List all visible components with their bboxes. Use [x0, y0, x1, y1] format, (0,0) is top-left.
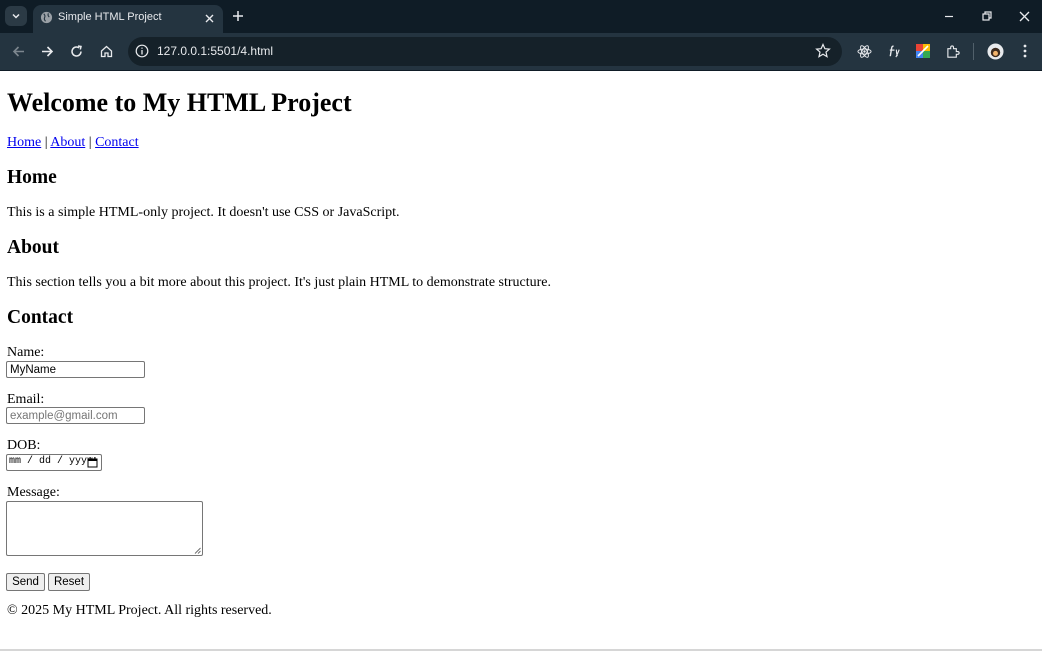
browser-menu-button[interactable] [1015, 41, 1035, 61]
site-info-icon[interactable] [135, 44, 149, 58]
color-picker-icon [916, 44, 930, 58]
section-text-about: This section tells you a bit more about … [7, 275, 552, 290]
globe-icon [40, 11, 53, 24]
avatar [986, 42, 1004, 60]
email-input[interactable] [6, 407, 145, 424]
page-title: Welcome to My HTML Project [7, 88, 352, 117]
section-heading-contact: Contact [7, 307, 74, 328]
section-heading-about: About [7, 237, 60, 258]
minimize-button[interactable] [938, 6, 960, 26]
calendar-icon[interactable] [87, 457, 98, 468]
toolbar-divider [973, 43, 974, 60]
close-icon [205, 14, 213, 22]
nav-link-home[interactable]: Home [7, 135, 41, 150]
home-icon [100, 45, 112, 57]
tab-title: Simple HTML Project [58, 11, 162, 23]
fonts-extension[interactable] [884, 41, 904, 61]
nav-link-about[interactable]: About [50, 135, 85, 150]
browser-toolbar: 127.0.0.1:5501/4.html [0, 33, 1042, 70]
nav-separator: | [88, 135, 92, 150]
nav-separator: | [44, 135, 48, 150]
browser-tab[interactable]: Simple HTML Project [33, 5, 223, 33]
puzzle-piece-icon [946, 44, 960, 58]
color-picker-extension[interactable] [913, 41, 933, 61]
close-tab-button[interactable] [202, 11, 216, 25]
more-vertical-icon [1023, 44, 1027, 58]
home-button[interactable] [96, 41, 116, 61]
restore-button[interactable] [976, 6, 998, 26]
nav-links: Home | About | Contact [7, 135, 139, 151]
footer-copyright: © 2025 My HTML Project. All rights reser… [7, 603, 272, 618]
bookmark-star-icon[interactable] [815, 43, 831, 59]
arrow-left-icon [12, 45, 24, 57]
profile-button[interactable] [985, 41, 1005, 61]
tab-strip: Simple HTML Project [0, 0, 1042, 33]
close-icon [1019, 11, 1029, 21]
address-bar[interactable]: 127.0.0.1:5501/4.html [128, 37, 842, 66]
dob-label: DOB: [7, 438, 41, 453]
chevron-down-icon [12, 13, 20, 19]
send-button[interactable]: Send [6, 573, 45, 591]
back-button[interactable] [8, 41, 28, 61]
date-placeholder: mm / dd / yyyy [9, 456, 94, 467]
section-text-home: This is a simple HTML-only project. It d… [7, 205, 400, 220]
reload-button[interactable] [66, 41, 86, 61]
forward-button[interactable] [37, 41, 57, 61]
section-heading-home: Home [7, 167, 57, 188]
react-devtools-extension[interactable] [854, 41, 874, 61]
dob-date-input[interactable]: mm / dd / yyyy [6, 454, 102, 471]
close-window-button[interactable] [1013, 6, 1035, 26]
extensions-button[interactable] [943, 41, 963, 61]
reload-icon [70, 44, 82, 57]
plus-icon [233, 11, 243, 21]
react-atom-icon [856, 44, 872, 58]
restore-icon [982, 11, 992, 21]
message-textarea[interactable] [6, 501, 203, 556]
reset-button[interactable]: Reset [48, 573, 90, 591]
name-input[interactable] [6, 361, 145, 378]
name-label: Name: [7, 345, 45, 360]
email-label: Email: [7, 392, 45, 407]
message-label: Message: [7, 485, 60, 500]
page-content: Welcome to My HTML Project Home | About … [0, 71, 1042, 650]
resize-handle-icon[interactable] [194, 547, 201, 554]
url-text: 127.0.0.1:5501/4.html [157, 44, 274, 58]
nav-link-contact[interactable]: Contact [95, 135, 139, 150]
tab-search-button[interactable] [5, 6, 27, 26]
arrow-right-icon [41, 45, 53, 57]
minimize-icon [945, 15, 953, 18]
font-icon [889, 45, 900, 57]
new-tab-button[interactable] [229, 7, 247, 25]
